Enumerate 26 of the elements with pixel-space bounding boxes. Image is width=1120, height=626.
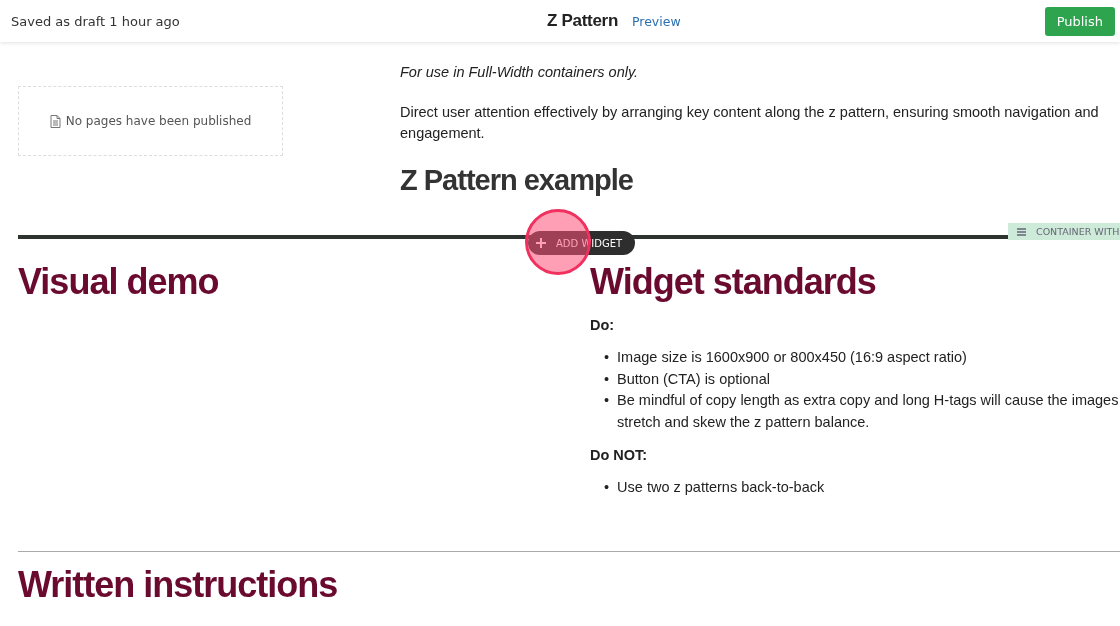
save-status: Saved as draft 1 hour ago [11,13,181,29]
list-title: Do: [590,317,616,333]
usage-note: For use in Full-Width containers only. [400,63,640,82]
empty-pages-message: No pages have been published [65,114,252,128]
bullet: • [604,478,610,497]
bullet: • [604,348,610,367]
container-label: CONTAINER WITH [1036,226,1120,237]
list-item: Button (CTA) is optional [617,369,770,389]
container-tag[interactable]: CONTAINER WITH [1008,223,1120,240]
column-heading: Visual demo [18,261,219,303]
description-text: Direct user attention effectively by arranging key content along the z pattern, ensuring smooth navigation and engagement. [400,103,1100,143]
column-heading: Widget standards [590,261,877,303]
page-title: Z Pattern [547,11,618,31]
menu-icon [1017,227,1026,236]
list-item: Image size is 1600x900 or 800x450 (16:9 aspect ratio) [617,348,967,367]
bullet: • [604,369,610,389]
document-icon [49,114,61,128]
bullet: • [604,391,610,410]
list-item: Be mindful of copy length as extra copy and long H-tags will cause the images stretch and skew the z pattern balance. [617,391,1119,432]
publish-button[interactable]: Publish [1044,6,1115,36]
list-title: Do NOT: [590,447,649,463]
list-item: Use two z patterns back-to-back [617,478,825,497]
plus-icon [536,238,546,248]
preview-link[interactable]: Preview [632,13,681,29]
section-heading: Z Pattern example [400,164,634,197]
section-heading: Written instructions [18,563,339,606]
